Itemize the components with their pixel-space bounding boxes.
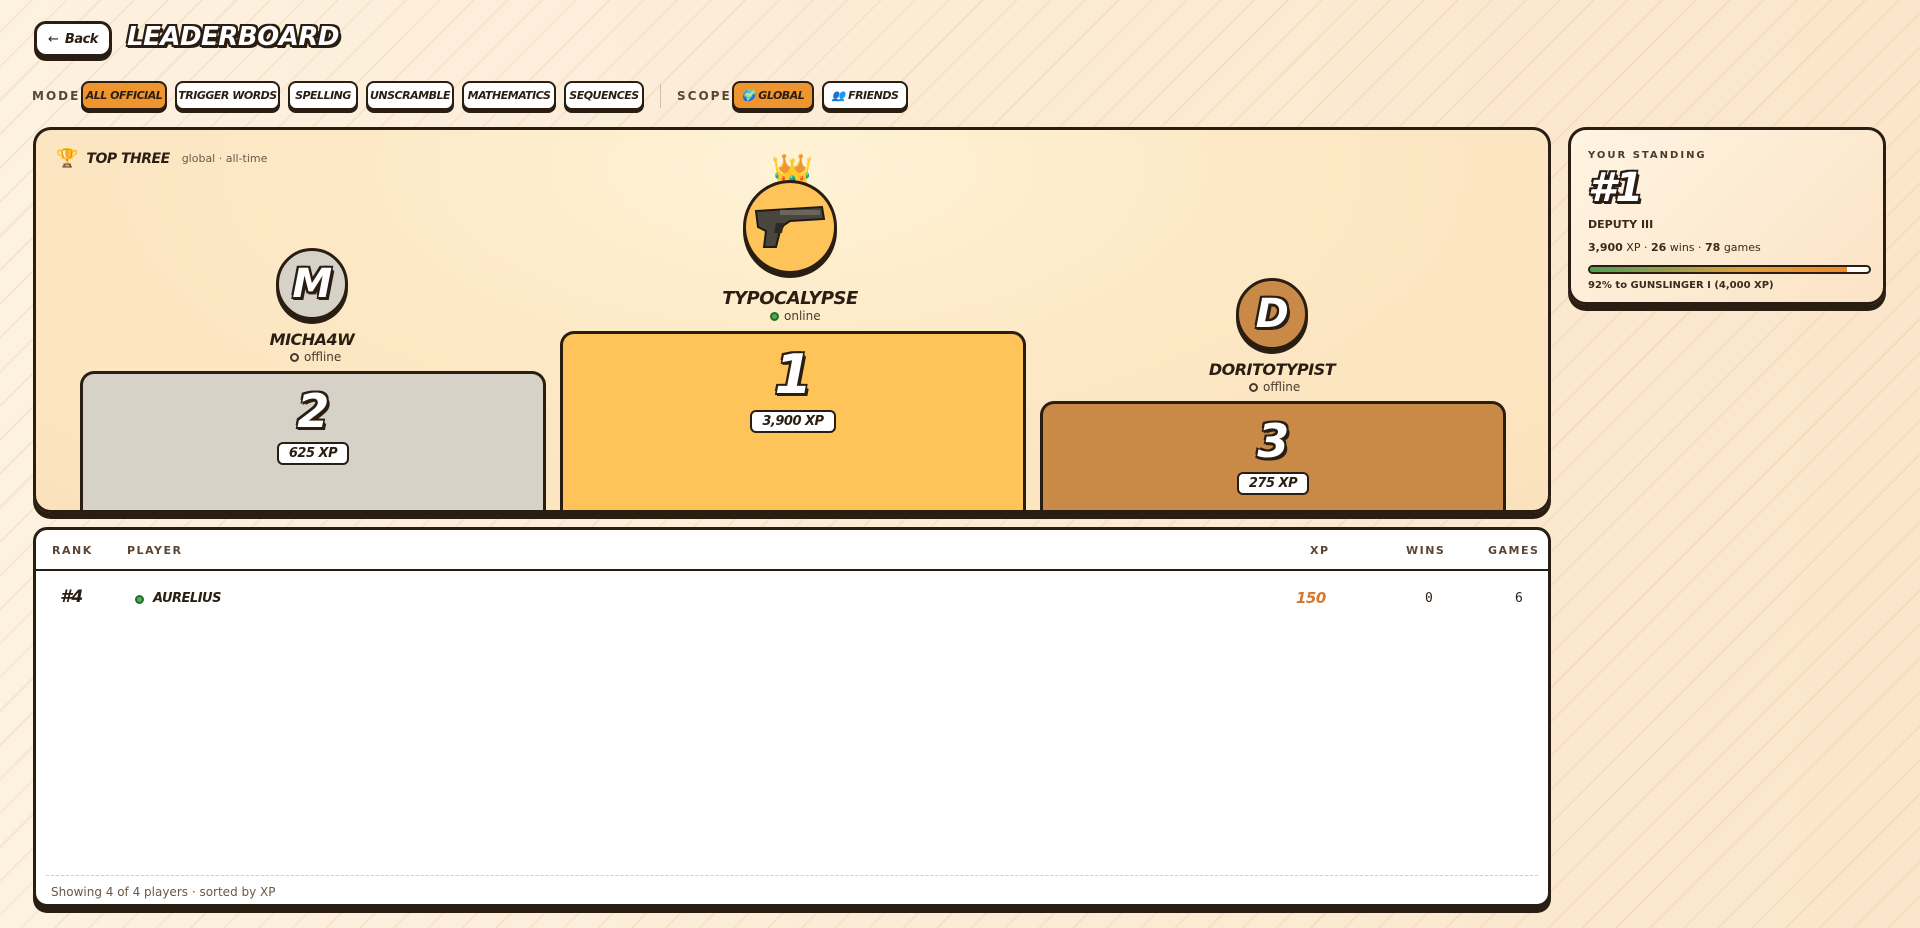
mode-chip-unscramble[interactable]: Unscramble [366,81,454,110]
row-player[interactable]: AURELIUS [153,591,221,606]
mode-chip-trigger-words[interactable]: Trigger Words [175,81,280,110]
podium-block-first: 1 3,900 XP [560,331,1026,510]
player-name-first[interactable]: TYPOCALYPSE [690,288,890,309]
standing-rank: #1 [1588,165,1643,211]
table-footer: Showing 4 of 4 players · sorted by XP [51,885,276,899]
progress-fill [1590,267,1847,272]
arrow-left-icon: ← [48,31,59,47]
trophy-icon: 🏆 [56,148,79,169]
standing-wins: 26 [1650,241,1667,254]
standing-xp-unit: XP · [1622,241,1651,254]
xp-badge: 3,900 XP [750,410,836,433]
row-games: 6 [1515,591,1523,606]
table-row[interactable]: #4 AURELIUS 150 0 6 [36,573,1548,625]
row-rank: #4 [60,587,83,607]
rank-number: 3 [1257,414,1289,468]
player-name-third[interactable]: DORITOTYPIST [1172,360,1372,379]
rank-number: 2 [297,384,329,438]
pistol-icon [754,205,826,248]
status-first: online [770,309,821,323]
standing-xp: 3,900 [1588,241,1623,254]
table-header: RANK PLAYER XP WINS GAMES [36,530,1548,571]
status-text: offline [1263,380,1301,394]
standing-label: YOUR STANDING [1588,150,1707,161]
online-dot-icon [135,595,144,604]
column-wins[interactable]: WINS [1406,544,1445,557]
mode-chip-all-official[interactable]: All Official [81,81,167,110]
column-games[interactable]: GAMES [1488,544,1539,557]
mode-chip-mathematics[interactable]: Mathematics [462,81,556,110]
standing-wins-unit: wins · [1666,241,1706,254]
avatar-second[interactable]: M [276,248,348,320]
mode-label: MODE [32,89,81,103]
avatar-letter: M [292,261,332,307]
avatar-letter: D [1255,291,1289,337]
scope-chip-global[interactable]: 🌍 Global [732,81,814,110]
leaderboard-table: RANK PLAYER XP WINS GAMES #4 AURELIUS 15… [33,527,1551,907]
offline-dot-icon [1249,382,1258,392]
progress-bar [1588,265,1871,274]
podium-block-third: 3 275 XP [1040,401,1506,510]
status-second: offline [290,350,341,364]
status-text: offline [304,350,342,364]
mode-chip-sequences[interactable]: Sequences [564,81,644,110]
status-text: online [784,309,821,323]
player-name-second[interactable]: MICHA4W [212,330,412,349]
status-third: offline [1249,380,1300,394]
standing-tier: DEPUTY III [1588,218,1654,231]
back-button-label: Back [64,31,99,47]
online-dot-icon [770,311,779,321]
podium-header: 🏆 TOP THREE global · all-time [56,148,267,169]
podium-card: 🏆 TOP THREE global · all-time M MICHA4W … [33,127,1551,513]
row-wins: 0 [1425,591,1433,606]
progress-text: 92% to GUNSLINGER I (4,000 XP) [1588,280,1774,291]
your-standing-card: YOUR STANDING #1 DEPUTY III 3,900 XP · 2… [1568,127,1886,305]
back-button[interactable]: ← Back [34,21,112,57]
standing-stats: 3,900 XP · 26 wins · 78 games [1588,241,1761,254]
rank-number: 1 [774,343,812,406]
scope-label: SCOPE [677,89,732,103]
xp-badge: 625 XP [276,442,350,465]
scope-chip-friends[interactable]: 👥 Friends [822,81,908,110]
xp-badge: 275 XP [1236,472,1310,495]
column-xp[interactable]: XP [1310,544,1330,557]
avatar-first[interactable] [743,180,837,274]
page-title: LEADERBOARD [127,22,339,52]
standing-games-unit: games [1720,241,1761,254]
standing-games: 78 [1705,241,1721,254]
podium-subtitle: global · all-time [181,152,268,165]
table-footer-divider [46,875,1538,876]
podium-title: TOP THREE [86,150,170,167]
avatar-third[interactable]: D [1236,278,1308,350]
column-player[interactable]: PLAYER [127,544,182,557]
podium-block-second: 2 625 XP [80,371,546,510]
column-rank[interactable]: RANK [52,544,93,557]
row-xp: 150 [1296,589,1326,607]
filter-divider [660,84,661,108]
mode-chip-spelling[interactable]: Spelling [288,81,358,110]
offline-dot-icon [290,352,299,362]
